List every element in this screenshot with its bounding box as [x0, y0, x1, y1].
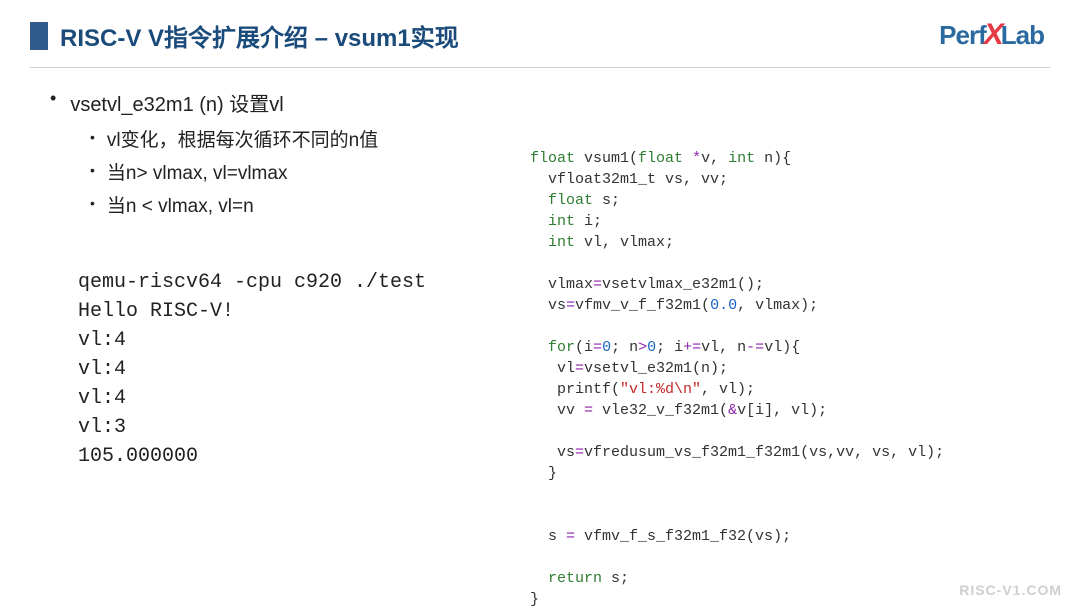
- code-txt: vle32_v_f32m1(: [593, 402, 728, 419]
- code-txt: s;: [602, 570, 629, 587]
- code-num: 0: [647, 339, 656, 356]
- bullet-sub1: • vl变化，根据每次循环不同的n值: [90, 125, 510, 152]
- bullet-dot: •: [50, 88, 56, 109]
- code-txt: vfmv_v_f_f32m1(: [575, 297, 710, 314]
- term-line: vl:4: [78, 329, 126, 352]
- bullet-sub3-text: 当n < vlmax, vl=n: [107, 191, 254, 218]
- code-txt: [530, 234, 548, 251]
- code-txt: vl, n: [701, 339, 746, 356]
- code-txt: vsum1(: [575, 150, 638, 167]
- code-op: -=: [746, 339, 764, 356]
- code-txt: (i: [575, 339, 593, 356]
- term-line: qemu-riscv64 -cpu c920 ./test: [78, 271, 426, 294]
- code-txt: [530, 213, 548, 230]
- right-column: float vsum1(float *v, int n){ vfloat32m1…: [510, 88, 1050, 610]
- watermark: RISC-V1.COM: [959, 582, 1062, 598]
- code-txt: , vl);: [701, 381, 755, 398]
- code-op: =: [566, 528, 575, 545]
- code-txt: vl){: [764, 339, 800, 356]
- bullet-main-text: vsetvl_e32m1 (n) 设置vl: [70, 88, 283, 117]
- code-kw: float: [638, 150, 683, 167]
- code-txt: , vlmax);: [737, 297, 818, 314]
- bullet-sub2-text: 当n> vlmax, vl=vlmax: [107, 158, 288, 185]
- code-op: +=: [683, 339, 701, 356]
- code-op: >: [638, 339, 647, 356]
- code-txt: [530, 192, 548, 209]
- bullet-main: • vsetvl_e32m1 (n) 设置vl: [50, 88, 510, 117]
- bullet-dot: •: [90, 129, 95, 145]
- code-txt: [530, 570, 548, 587]
- code-op: *: [692, 150, 701, 167]
- code-txt: vlmax: [530, 276, 593, 293]
- code-kw: return: [548, 570, 602, 587]
- code-txt: }: [530, 465, 557, 482]
- term-line: vl:3: [78, 416, 126, 439]
- left-column: • vsetvl_e32m1 (n) 设置vl • vl变化，根据每次循环不同的…: [30, 88, 510, 610]
- code-txt: vs: [530, 444, 575, 461]
- code-kw: int: [728, 150, 755, 167]
- code-txt: vsetvl_e32m1(n);: [584, 360, 728, 377]
- code-str: "vl:%d\n": [620, 381, 701, 398]
- code-txt: vl: [530, 360, 575, 377]
- code-kw: float: [548, 192, 593, 209]
- code-txt: vfloat32m1_t vs, vv;: [530, 171, 728, 188]
- bullet-dot: •: [90, 195, 95, 211]
- term-line: Hello RISC-V!: [78, 300, 234, 323]
- bullet-dot: •: [90, 162, 95, 178]
- code-op: =: [584, 402, 593, 419]
- code-txt: [530, 339, 548, 356]
- term-line: vl:4: [78, 387, 126, 410]
- code-num: 0.0: [710, 297, 737, 314]
- code-txt: n){: [755, 150, 791, 167]
- code-txt: s;: [593, 192, 620, 209]
- bullet-sub3: • 当n < vlmax, vl=n: [90, 191, 510, 218]
- term-line: vl:4: [78, 358, 126, 381]
- terminal-output: qemu-riscv64 -cpu c920 ./test Hello RISC…: [78, 268, 510, 471]
- term-line: 105.000000: [78, 445, 198, 468]
- code-txt: ; i: [656, 339, 683, 356]
- code-txt: vsetvlmax_e32m1();: [602, 276, 764, 293]
- code-txt: v[i], vl);: [737, 402, 827, 419]
- code-txt: [683, 150, 692, 167]
- code-op: =: [593, 276, 602, 293]
- code-txt: printf(: [530, 381, 620, 398]
- code-txt: vl, vlmax;: [575, 234, 674, 251]
- logo-part2: Lab: [1001, 20, 1044, 51]
- code-txt: ; n: [611, 339, 638, 356]
- title-accent-bar: [30, 22, 48, 50]
- slide-title: RISC-V V指令扩展介绍 – vsum1实现: [60, 18, 459, 53]
- code-kw: int: [548, 234, 575, 251]
- code-txt: vv: [530, 402, 584, 419]
- code-txt: vfredusum_vs_f32m1_f32m1(vs,vv, vs, vl);: [584, 444, 944, 461]
- code-op: &: [728, 402, 737, 419]
- bullet-sub2: • 当n> vlmax, vl=vlmax: [90, 158, 510, 185]
- code-txt: vfmv_f_s_f32m1_f32(vs);: [575, 528, 791, 545]
- code-txt: s: [530, 528, 566, 545]
- code-txt: v,: [701, 150, 728, 167]
- content-area: • vsetvl_e32m1 (n) 设置vl • vl变化，根据每次循环不同的…: [0, 68, 1080, 610]
- code-txt: i;: [575, 213, 602, 230]
- code-kw: int: [548, 213, 575, 230]
- code-op: =: [575, 444, 584, 461]
- code-kw: float: [530, 150, 575, 167]
- code-block: float vsum1(float *v, int n){ vfloat32m1…: [530, 148, 1050, 610]
- code-op: =: [566, 297, 575, 314]
- code-kw: for: [548, 339, 575, 356]
- perfxlab-logo: PerfXLab: [939, 18, 1044, 52]
- code-txt: vs: [530, 297, 566, 314]
- code-op: =: [575, 360, 584, 377]
- code-num: 0: [602, 339, 611, 356]
- code-txt: }: [530, 591, 539, 608]
- logo-part1: Perf: [939, 20, 986, 51]
- bullet-sub1-text: vl变化，根据每次循环不同的n值: [107, 125, 378, 152]
- code-op: =: [593, 339, 602, 356]
